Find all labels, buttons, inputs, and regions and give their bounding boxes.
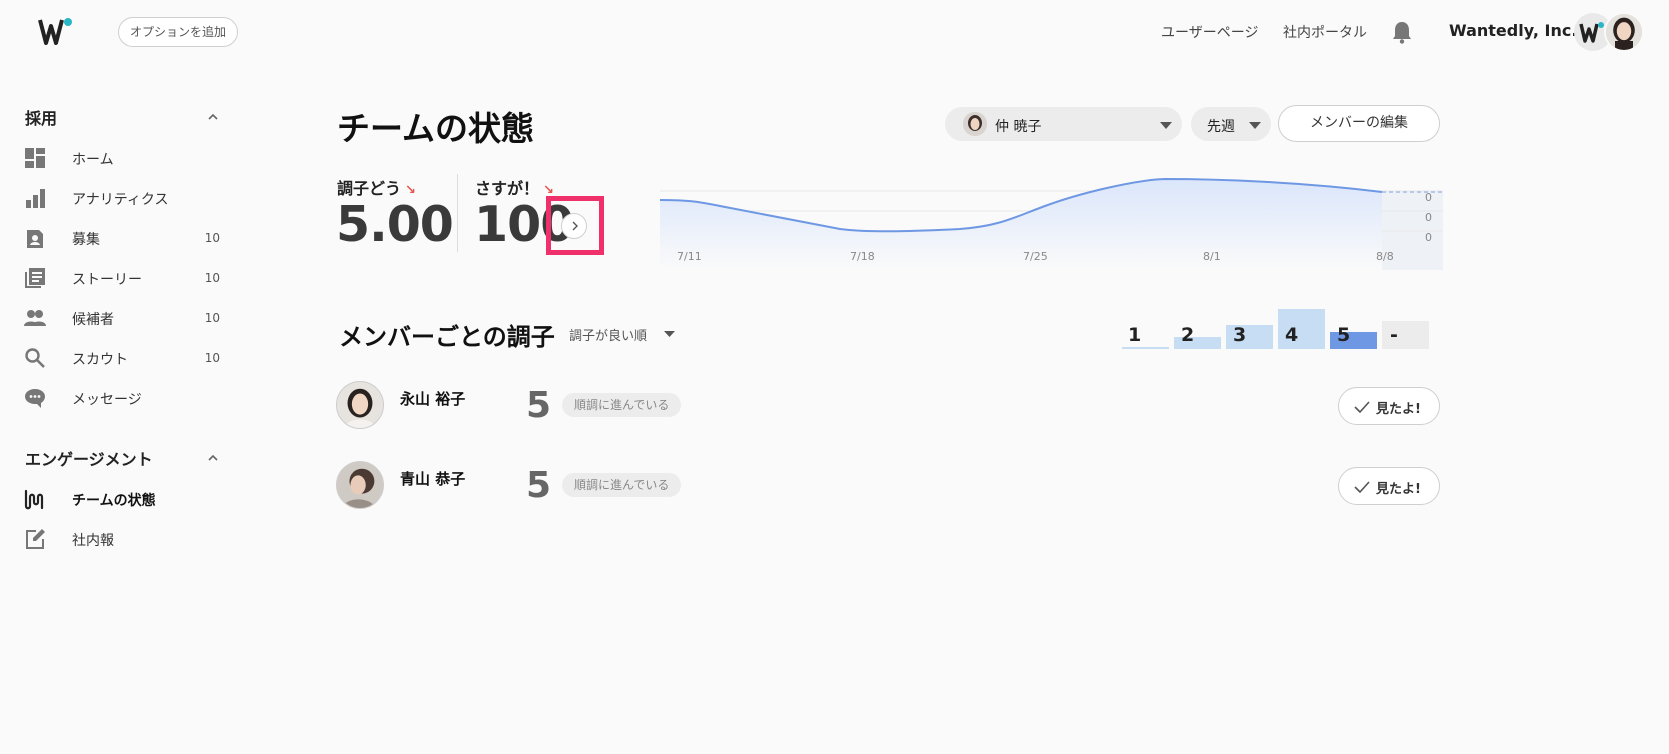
chat-icon <box>25 389 45 408</box>
count-badge: 10 <box>204 311 220 325</box>
sidebar-item-home[interactable]: ホーム <box>24 143 224 173</box>
chart-y-tick: 0 <box>1425 191 1432 204</box>
distribution-label: 3 <box>1233 324 1247 346</box>
caret-down-icon <box>1160 122 1172 129</box>
chevron-up-icon[interactable] <box>206 453 220 463</box>
distribution-label: 2 <box>1181 324 1195 346</box>
caret-down-icon[interactable] <box>664 331 675 337</box>
distribution-label: - <box>1390 324 1398 346</box>
sidebar-item-label: 社内報 <box>72 533 114 549</box>
members-section-title: メンバーごとの調子 <box>339 323 555 351</box>
period-select[interactable]: 先週 <box>1191 107 1271 141</box>
chart-x-tick: 8/1 <box>1203 250 1221 263</box>
add-option-button[interactable]: オプションを追加 <box>118 17 239 47</box>
user-page-link[interactable]: ユーザーページ <box>1161 22 1258 42</box>
wantedly-logo[interactable] <box>38 16 78 46</box>
member-status-badge: 順調に進んでいる <box>562 393 682 417</box>
person-avatar <box>963 112 987 136</box>
chart-x-tick: 7/25 <box>1023 250 1048 263</box>
sidebar-item-team-status[interactable]: チームの状態 <box>24 484 224 514</box>
member-score: 5 <box>526 465 552 506</box>
engagement-section-title: エンゲージメント <box>25 450 153 469</box>
user-avatar[interactable] <box>1604 12 1644 52</box>
chevron-right-icon <box>572 221 578 231</box>
sidebar-item-label: ホーム <box>72 152 114 168</box>
portal-link[interactable]: 社内ポータル <box>1283 22 1367 42</box>
check-icon <box>1354 481 1370 493</box>
people-icon <box>24 310 46 326</box>
sidebar-item-recruitment[interactable]: 募集 10 <box>24 223 224 253</box>
distribution-label: 5 <box>1337 324 1351 346</box>
sidebar-item-label: ストーリー <box>72 272 142 288</box>
seen-button[interactable]: 見たよ! <box>1338 387 1440 425</box>
sidebar-item-label: メッセージ <box>72 392 142 408</box>
condition-metric-value: 5.00 <box>336 196 454 253</box>
company-name[interactable]: Wantedly, Inc. <box>1449 21 1577 40</box>
chart-y-tick: 0 <box>1425 211 1432 224</box>
sidebar-item-label: アナリティクス <box>72 192 169 208</box>
page-title: チームの状態 <box>337 109 535 148</box>
badge-icon <box>27 230 43 248</box>
bar-chart-icon <box>26 189 45 208</box>
chart-x-tick: 7/18 <box>850 250 875 263</box>
edit-icon <box>26 529 45 549</box>
distribution-label: 1 <box>1128 324 1142 346</box>
count-badge: 10 <box>204 351 220 365</box>
distribution-label: 4 <box>1285 324 1299 346</box>
search-icon <box>25 348 45 368</box>
sidebar-item-label: 募集 <box>72 232 100 248</box>
metric-divider <box>457 174 458 252</box>
pulse-icon <box>24 489 44 510</box>
seen-button[interactable]: 見たよ! <box>1338 467 1440 505</box>
member-row: 青山 恭子 5 順調に進んでいる 見たよ! <box>336 461 1440 511</box>
chart-y-tick: 0 <box>1425 231 1432 244</box>
edit-members-button[interactable]: メンバーの編集 <box>1278 105 1440 142</box>
period-select-value: 先週 <box>1207 119 1235 135</box>
chart-x-tick: 8/8 <box>1376 250 1394 263</box>
member-score: 5 <box>526 385 552 426</box>
sidebar-item-scout[interactable]: スカウト 10 <box>24 343 224 373</box>
count-badge: 10 <box>204 231 220 245</box>
sidebar-item-analytics[interactable]: アナリティクス <box>24 183 224 213</box>
member-row: 永山 裕子 5 順調に進んでいる 見たよ! <box>336 381 1440 431</box>
check-icon <box>1354 401 1370 413</box>
member-avatar[interactable] <box>336 381 384 429</box>
recruit-section-title: 採用 <box>25 109 58 128</box>
next-button[interactable] <box>561 213 587 239</box>
distribution-bar-1 <box>1122 347 1169 349</box>
sidebar-item-label: チームの状態 <box>72 493 156 509</box>
chart-x-tick: 7/11 <box>677 250 702 263</box>
sidebar-item-stories[interactable]: ストーリー 10 <box>24 263 224 293</box>
sidebar-item-messages[interactable]: メッセージ <box>24 383 224 413</box>
chevron-up-icon[interactable] <box>206 112 220 122</box>
sidebar-item-label: スカウト <box>72 352 128 368</box>
caret-down-icon <box>1249 122 1261 129</box>
member-status-badge: 順調に進んでいる <box>562 473 682 497</box>
sidebar-item-newsletter[interactable]: 社内報 <box>24 524 224 554</box>
header: オプションを追加 ユーザーページ 社内ポータル Wantedly, Inc. <box>0 0 1669 64</box>
sort-select[interactable]: 調子が良い順 <box>569 325 647 344</box>
sidebar-item-label: 候補者 <box>72 312 114 328</box>
trend-area <box>660 179 1382 270</box>
trend-chart <box>660 177 1443 270</box>
person-select-value: 仲 暁子 <box>995 119 1042 135</box>
person-select[interactable]: 仲 暁子 <box>945 107 1182 141</box>
dashboard-icon <box>25 148 45 168</box>
stories-icon <box>25 268 45 288</box>
count-badge: 10 <box>204 271 220 285</box>
member-avatar[interactable] <box>336 461 384 509</box>
member-name[interactable]: 青山 恭子 <box>400 468 465 489</box>
member-name[interactable]: 永山 裕子 <box>400 388 465 409</box>
bell-icon[interactable] <box>1391 20 1413 44</box>
sidebar-item-candidates[interactable]: 候補者 10 <box>24 303 224 333</box>
